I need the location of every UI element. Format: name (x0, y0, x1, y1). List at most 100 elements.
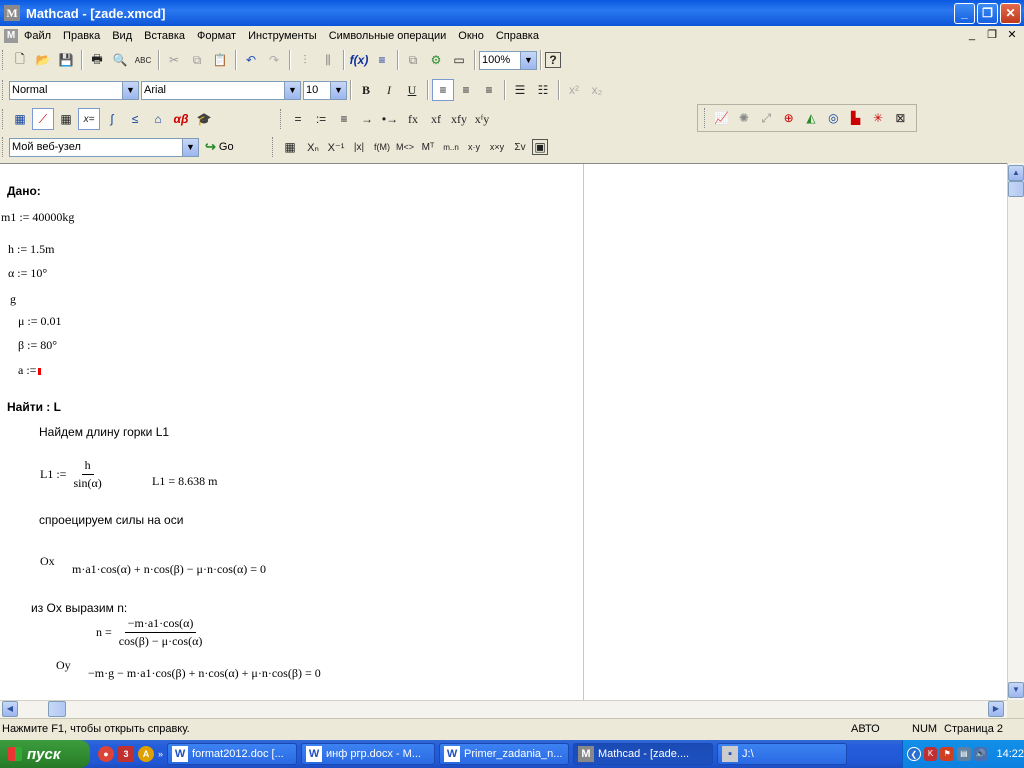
bullet-list-icon[interactable]: ☰ (509, 79, 531, 101)
transpose-button[interactable]: Mᵀ (417, 136, 439, 158)
calculus-icon[interactable]: ∫ (101, 108, 123, 130)
oy-equation[interactable]: −m·g − m·a1·cos(β) + n·cos(α) + μ·n·cos(… (88, 666, 321, 681)
underline-button[interactable]: U (401, 79, 423, 101)
eval-define-button[interactable]: := (310, 108, 332, 130)
eval-infix-button[interactable]: xfy (448, 108, 470, 130)
resource-center-icon[interactable]: ⧉ (402, 49, 424, 71)
worksheet[interactable]: Дано: m1 := 40000kg h := 1.5m α := 10° g… (0, 163, 1007, 701)
zoom-select[interactable]: 100% ▼ (479, 50, 537, 70)
menu-view[interactable]: Вид (106, 30, 138, 42)
express-text[interactable]: из Ox выразим n: (31, 601, 127, 615)
tray-expand-icon[interactable]: ❮ (907, 747, 921, 761)
menu-file[interactable]: Файл (18, 30, 57, 42)
dot-product-button[interactable]: x·y (463, 136, 485, 158)
doc-restore-button[interactable]: ❐ (984, 28, 1000, 42)
menu-tools[interactable]: Инструменты (242, 30, 323, 42)
subscript-icon[interactable]: x₂ (586, 79, 608, 101)
eval-global-button[interactable]: ≡ (333, 108, 355, 130)
task-mathcad[interactable]: M Mathcad - [zade.... (573, 743, 714, 765)
task-inf-rgr[interactable]: Wинф ргр.docx - M... (301, 743, 436, 765)
doc-close-button[interactable]: ✕ (1004, 28, 1020, 42)
bar-plot-icon[interactable]: ▙ (845, 107, 866, 129)
vector-sum-button[interactable]: Σv (509, 136, 531, 158)
symbolic-icon[interactable]: 🎓 (193, 108, 215, 130)
beta-definition[interactable]: β := 80° (18, 338, 57, 353)
polar-plot-icon[interactable]: ✺ (733, 107, 754, 129)
paste-icon[interactable]: 📋 (209, 49, 231, 71)
oy-label[interactable]: Oy (56, 658, 71, 673)
vertical-scroll-thumb[interactable] (1008, 181, 1024, 197)
greek-icon[interactable]: αβ (170, 108, 192, 130)
surface-plot-icon[interactable]: ◭ (800, 107, 821, 129)
insert-unit-icon[interactable]: ≡ (371, 49, 393, 71)
redo-icon[interactable]: ↷ (263, 49, 285, 71)
italic-button[interactable]: I (378, 79, 400, 101)
matrix-column-button[interactable]: M<> (394, 136, 416, 158)
n-expression[interactable]: n = −m·a1·cos(α) cos(β) − μ·cos(α) (96, 616, 205, 649)
matrix-icon[interactable]: ▦ (55, 108, 77, 130)
ox-label[interactable]: Ox (40, 554, 55, 569)
eval-treefix-button[interactable]: xᶠy (471, 108, 493, 130)
start-button[interactable]: пуск (0, 740, 90, 768)
menu-help[interactable]: Справка (490, 30, 545, 42)
boolean-icon[interactable]: ≤ (124, 108, 146, 130)
vectorize-button[interactable]: f(M) (371, 136, 393, 158)
programming-icon[interactable]: ⌂ (147, 108, 169, 130)
scatter-plot-icon[interactable]: ✳ (867, 107, 888, 129)
project-text[interactable]: спроецируем силы на оси (39, 513, 183, 527)
a-definition[interactable]: a := (18, 363, 42, 378)
range-variable-button[interactable]: m..n (440, 136, 462, 158)
g-definition[interactable]: g (10, 292, 16, 307)
m1-definition[interactable]: m1 := 40000kg (1, 210, 74, 225)
align-right-icon[interactable]: ≡ (478, 79, 500, 101)
align-down-icon[interactable]: ⫼ (317, 49, 339, 71)
network-icon[interactable]: ▤ (957, 747, 971, 761)
scroll-down-icon[interactable]: ▼ (1008, 682, 1024, 698)
horizontal-scrollbar[interactable]: ◀ ▶ (0, 700, 1007, 718)
trace-plot-icon[interactable]: ⊕ (778, 107, 799, 129)
picture-icon[interactable]: ▣ (532, 139, 548, 155)
task-primer[interactable]: W Primer_zadania_n... (439, 743, 570, 765)
mu-definition[interactable]: μ := 0.01 (18, 314, 62, 329)
open-icon[interactable]: 📂 (32, 49, 54, 71)
L1-result[interactable]: L1 = 8.638 m (152, 474, 217, 489)
menu-format[interactable]: Формат (191, 30, 242, 42)
align-left-icon[interactable]: ≡ (432, 79, 454, 101)
app-launch-icon[interactable]: 3 (118, 746, 134, 762)
avast-icon[interactable]: A (138, 746, 154, 762)
zoom-plot-icon[interactable]: ⤢ (756, 107, 777, 129)
copy-icon[interactable]: ⧉ (186, 49, 208, 71)
save-icon[interactable]: 💾 (55, 49, 77, 71)
evaluation-icon[interactable]: x= (78, 108, 100, 130)
alpha-definition[interactable]: α := 10° (8, 266, 47, 281)
clock[interactable]: 14:22 (996, 748, 1024, 760)
print-preview-icon[interactable]: 🔍 (109, 49, 131, 71)
superscript-icon[interactable]: x² (563, 79, 585, 101)
help-icon[interactable]: ? (545, 52, 561, 68)
eval-keyword-button[interactable]: •→ (379, 108, 401, 130)
determinant-button[interactable]: |x| (348, 136, 370, 158)
cross-product-button[interactable]: x×y (486, 136, 508, 158)
language-icon[interactable]: K (923, 747, 938, 761)
contour-plot-icon[interactable]: ◎ (823, 107, 844, 129)
menu-window[interactable]: Окно (452, 30, 490, 42)
maximize-button[interactable]: ❐ (977, 3, 998, 24)
undo-icon[interactable]: ↶ (240, 49, 262, 71)
insert-function-icon[interactable]: f(x) (348, 49, 370, 71)
matrix-subscript-button[interactable]: Xₙ (302, 136, 324, 158)
style-select[interactable]: Normal ▼ (9, 80, 139, 100)
find-length-text[interactable]: Найдем длину горки L1 (39, 425, 169, 439)
xy-plot-icon[interactable]: 📈 (711, 107, 732, 129)
spell-check-icon[interactable]: ABC (132, 49, 154, 71)
status-calc-mode[interactable]: АВТО (851, 723, 880, 735)
scroll-right-icon[interactable]: ▶ (988, 701, 1004, 717)
font-select[interactable]: Arial ▼ (141, 80, 301, 100)
menu-edit[interactable]: Правка (57, 30, 106, 42)
align-center-icon[interactable]: ≡ (455, 79, 477, 101)
minimize-button[interactable]: _ (954, 3, 975, 24)
graph-icon[interactable]: ⟋ (32, 108, 54, 130)
eval-equals-button[interactable]: = (287, 108, 309, 130)
align-across-icon[interactable]: ⫶ (294, 49, 316, 71)
component-icon[interactable]: ⚙ (425, 49, 447, 71)
ox-equation[interactable]: m·a1·cos(α) + n·cos(β) − μ·n·cos(α) = 0 (72, 562, 266, 577)
